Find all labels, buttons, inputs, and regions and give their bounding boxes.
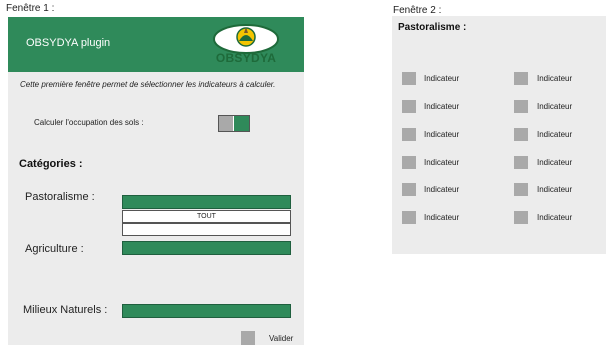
validate-label: Valider [269,334,294,343]
indicator-label: Indicateur [537,213,573,222]
occupation-label: Calculer l'occupation des sols : [34,118,144,127]
indicator-checkbox[interactable] [514,211,528,224]
indicator-label: Indicateur [424,102,460,111]
agriculture-select[interactable] [122,241,291,255]
category-label-agriculture: Agriculture : [25,243,84,255]
indicator-label: Indicateur [424,74,460,83]
indicator-checkbox[interactable] [514,128,528,141]
indicator-label: Indicateur [537,158,573,167]
indicator-label: Indicateur [424,158,460,167]
indicator-checkbox[interactable] [514,156,528,169]
window2-panel: Pastoralisme : Indicateur Indicateur Ind… [392,16,606,254]
category-label-milieux-naturels: Milieux Naturels : [23,304,108,316]
toggle-off-segment[interactable] [219,116,233,131]
description-text: Cette première fenêtre permet de sélecti… [20,80,276,89]
window1-panel: OBSYDYA plugin OBSYDYA Cette première fe… [8,17,304,345]
pastoralisme-select[interactable] [122,195,291,209]
category-label-pastoralisme: Pastoralisme : [25,191,95,203]
indicator-checkbox[interactable] [402,211,416,224]
indicator-label: Indicateur [537,74,573,83]
indicator-checkbox[interactable] [514,100,528,113]
categories-heading: Catégories : [19,158,83,170]
pastoralisme-title: Pastoralisme : [398,22,467,33]
indicator-checkbox[interactable] [514,72,528,85]
indicator-checkbox[interactable] [402,156,416,169]
indicator-checkbox[interactable] [402,100,416,113]
indicator-label: Indicateur [424,213,460,222]
dropdown-option-tout[interactable]: TOUT [122,210,291,223]
indicator-label: Indicateur [537,130,573,139]
occupation-toggle[interactable] [218,115,250,132]
plugin-header: OBSYDYA plugin OBSYDYA [8,17,304,72]
indicator-checkbox[interactable] [402,128,416,141]
toggle-on-segment[interactable] [234,116,249,131]
indicator-label: Indicateur [537,102,573,111]
indicator-label: Indicateur [424,130,460,139]
indicator-checkbox[interactable] [402,183,416,196]
indicator-label: Indicateur [537,185,573,194]
logo-text: OBSYDYA [215,51,277,65]
validate-button[interactable] [241,331,255,345]
milieux-naturels-select[interactable] [122,304,291,318]
indicator-checkbox[interactable] [514,183,528,196]
window1-label: Fenêtre 1 : [6,3,55,14]
window2-label: Fenêtre 2 : [393,5,442,16]
dropdown-option-empty[interactable] [122,223,291,236]
indicator-checkbox[interactable] [402,72,416,85]
indicator-label: Indicateur [424,185,460,194]
plugin-title: OBSYDYA plugin [26,37,111,49]
